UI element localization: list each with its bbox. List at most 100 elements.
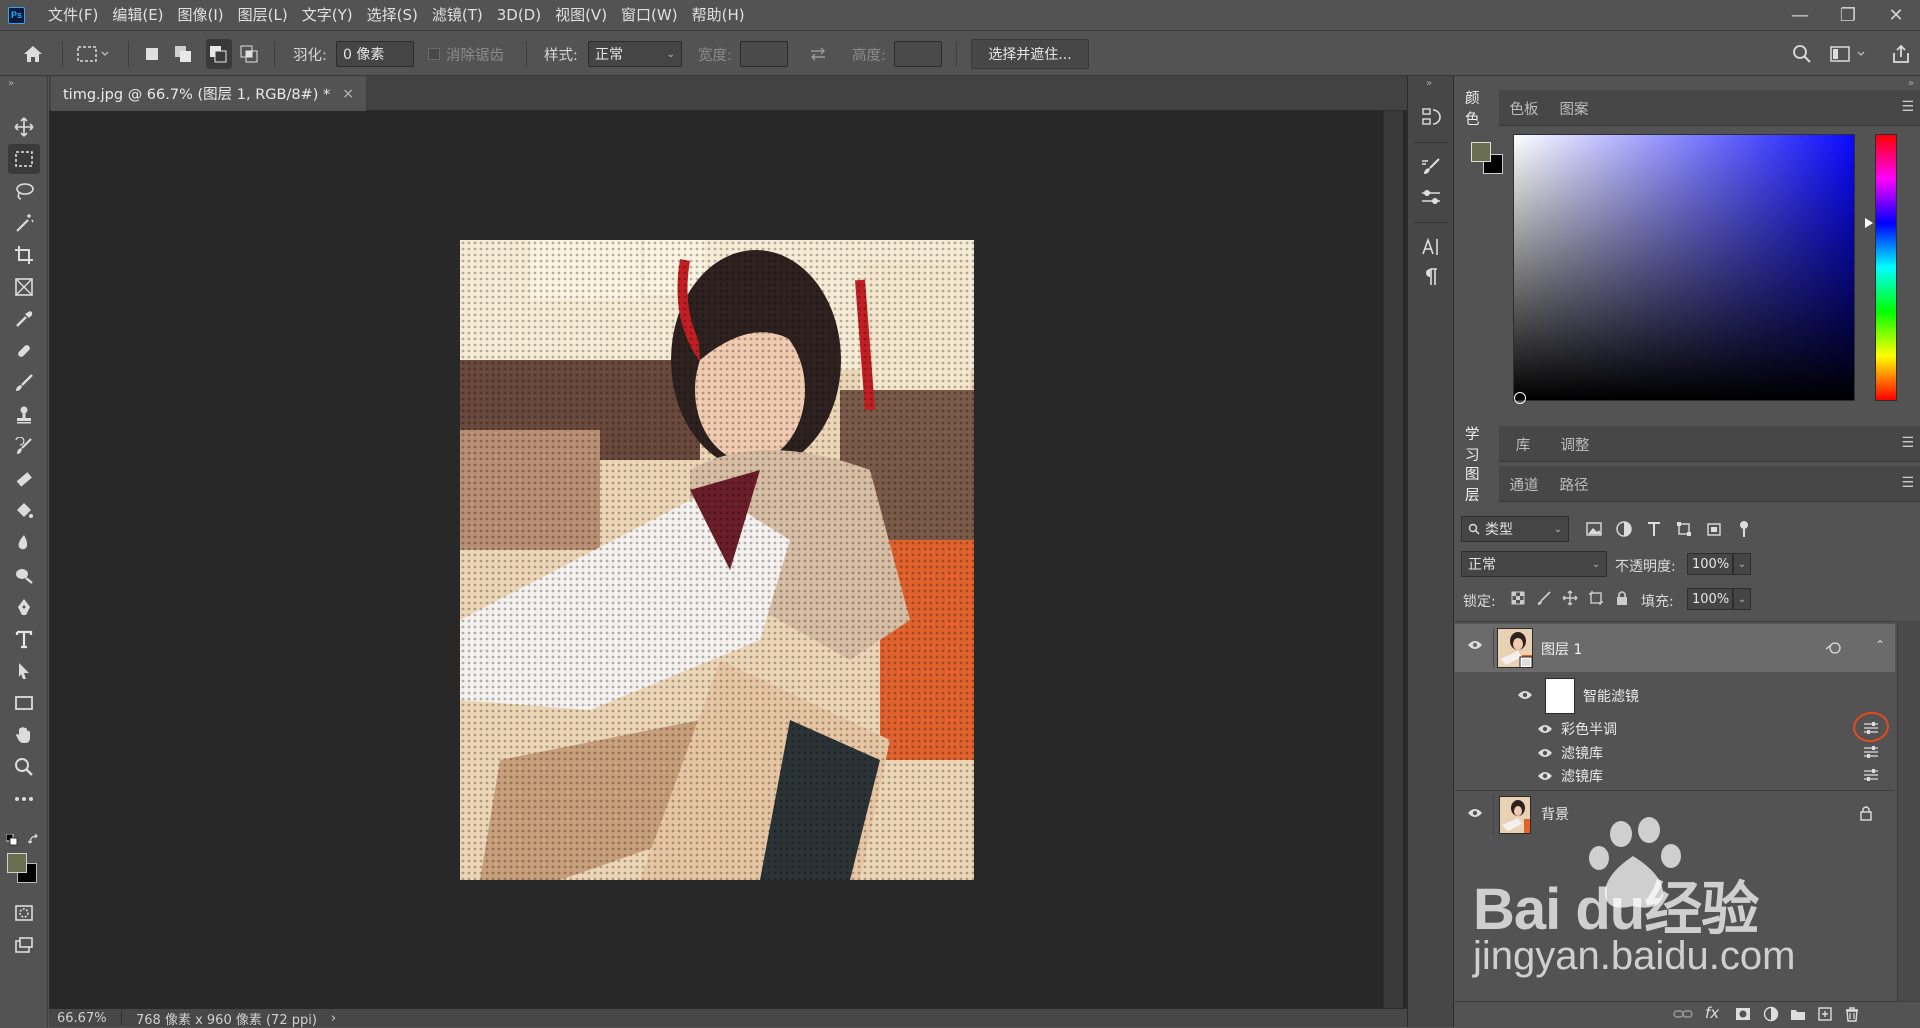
subtract-selection-icon[interactable]: [206, 39, 232, 69]
default-colors-icon[interactable]: [5, 833, 18, 850]
add-selection-icon[interactable]: [174, 31, 194, 77]
tab-channels[interactable]: 通道: [1499, 466, 1549, 502]
intersect-selection-icon[interactable]: [240, 31, 260, 77]
fill-dropdown-icon[interactable]: ⌄: [1733, 588, 1751, 610]
canvas-image[interactable]: [460, 240, 974, 880]
height-input[interactable]: [894, 41, 942, 67]
paint-bucket-tool-icon[interactable]: [8, 496, 40, 526]
filter-row-filter-gallery-2[interactable]: 滤镜库: [1455, 765, 1895, 787]
blend-mode-select[interactable]: 正常 ⌄: [1461, 551, 1607, 577]
vertical-scrollbar[interactable]: [1383, 111, 1403, 1008]
path-selection-tool-icon[interactable]: [8, 656, 40, 686]
tab-layers[interactable]: 图层: [1455, 466, 1499, 504]
lock-transparent-icon[interactable]: [1510, 590, 1526, 606]
close-button[interactable]: ✕: [1872, 0, 1920, 30]
lock-artboard-icon[interactable]: [1588, 590, 1604, 606]
properties-sliders-icon[interactable]: [1416, 182, 1446, 212]
layers-scrollbar[interactable]: [1897, 621, 1920, 1001]
visibility-eye-icon[interactable]: [1467, 807, 1483, 823]
crop-tool-icon[interactable]: [8, 240, 40, 270]
panel-menu-icon[interactable]: ☰: [1901, 99, 1914, 115]
smart-filter-icon[interactable]: [1825, 640, 1843, 660]
hue-slider-handle[interactable]: [1865, 218, 1873, 228]
zoom-level[interactable]: 66.67%: [57, 1011, 113, 1026]
visibility-eye-icon[interactable]: [1537, 770, 1553, 786]
lasso-tool-icon[interactable]: [8, 176, 40, 206]
new-selection-icon[interactable]: [144, 31, 160, 77]
lock-pixels-icon[interactable]: [1536, 590, 1552, 606]
filter-row-color-halftone[interactable]: 彩色半调: [1455, 709, 1895, 745]
fill-input[interactable]: 100%: [1687, 588, 1733, 610]
panel-menu-icon[interactable]: ☰: [1901, 475, 1914, 491]
group-icon[interactable]: [1790, 1007, 1806, 1025]
hue-slider[interactable]: [1875, 134, 1897, 401]
quick-mask-icon[interactable]: [8, 898, 40, 928]
color-picker-cursor[interactable]: [1514, 392, 1526, 404]
zoom-tool-icon[interactable]: [8, 752, 40, 782]
home-icon[interactable]: [22, 31, 44, 77]
clone-stamp-tool-icon[interactable]: [8, 400, 40, 430]
visibility-eye-icon[interactable]: [1467, 639, 1483, 655]
more-tools-icon[interactable]: [8, 784, 40, 814]
tab-libraries[interactable]: 库: [1499, 426, 1547, 462]
eraser-tool-icon[interactable]: [8, 464, 40, 494]
select-and-mask-button[interactable]: 选择并遮住...: [971, 39, 1089, 69]
workspace-icon[interactable]: [1830, 31, 1870, 77]
brush-tool-icon[interactable]: [8, 368, 40, 398]
width-input[interactable]: [740, 41, 788, 67]
panel-menu-icon[interactable]: ☰: [1901, 435, 1914, 451]
tab-swatches[interactable]: 色板: [1499, 90, 1549, 126]
status-menu-arrow[interactable]: ›: [331, 1011, 336, 1026]
lock-position-icon[interactable]: [1562, 590, 1578, 606]
new-layer-icon[interactable]: [1817, 1006, 1833, 1026]
menu-image[interactable]: 图像(I): [171, 0, 231, 30]
screen-mode-icon[interactable]: [8, 930, 40, 960]
blending-options-icon[interactable]: [1863, 768, 1879, 786]
visibility-eye-icon[interactable]: [1537, 747, 1553, 763]
opacity-input[interactable]: 100%: [1687, 553, 1733, 575]
trash-icon[interactable]: [1844, 1006, 1860, 1026]
healing-brush-tool-icon[interactable]: [8, 336, 40, 366]
tab-color[interactable]: 颜色: [1455, 90, 1499, 128]
link-icon[interactable]: [1673, 1007, 1693, 1025]
menu-select[interactable]: 选择(S): [360, 0, 425, 30]
menu-layer[interactable]: 图层(L): [231, 0, 295, 30]
foreground-color-swatch[interactable]: [7, 853, 27, 873]
marquee-preset-icon[interactable]: [76, 31, 110, 77]
menu-type[interactable]: 文字(Y): [295, 0, 360, 30]
antialias-checkbox[interactable]: 消除锯齿: [428, 31, 504, 77]
search-icon[interactable]: [1792, 31, 1812, 77]
lock-icon[interactable]: [1859, 805, 1873, 825]
tab-adjustments[interactable]: 调整: [1547, 426, 1603, 462]
layer-filter-select[interactable]: 类型 ⌄: [1461, 516, 1569, 542]
blending-options-icon[interactable]: [1863, 745, 1879, 763]
dodge-tool-icon[interactable]: [8, 560, 40, 590]
menu-file[interactable]: 文件(F): [41, 0, 105, 30]
rectangular-marquee-tool-icon[interactable]: [8, 144, 40, 174]
restore-button[interactable]: ❐: [1824, 0, 1872, 30]
swap-dimensions-icon[interactable]: [808, 31, 828, 77]
history-panel-icon[interactable]: [1416, 102, 1446, 132]
share-icon[interactable]: [1891, 31, 1911, 77]
rectangle-tool-icon[interactable]: [8, 688, 40, 718]
collapse-panels-icon[interactable]: »: [1426, 78, 1432, 89]
collapse-right-panels-icon[interactable]: »: [1908, 78, 1914, 89]
color-picker-field[interactable]: [1513, 134, 1855, 404]
style-select[interactable]: 正常 ⌄: [588, 41, 682, 67]
filter-row-filter-gallery[interactable]: 滤镜库: [1455, 742, 1895, 764]
paragraph-panel-icon[interactable]: [1416, 262, 1446, 292]
color-panel-swatches[interactable]: [1469, 140, 1507, 178]
adjustment-icon[interactable]: [1763, 1006, 1779, 1026]
frame-tool-icon[interactable]: [8, 272, 40, 302]
mask-icon[interactable]: [1735, 1007, 1751, 1025]
hand-tool-icon[interactable]: [8, 720, 40, 750]
type-tool-icon[interactable]: [8, 624, 40, 654]
menu-3d[interactable]: 3D(D): [490, 0, 548, 30]
tab-learn[interactable]: 学习: [1455, 426, 1499, 464]
magic-wand-tool-icon[interactable]: [8, 208, 40, 238]
eyedropper-tool-icon[interactable]: [8, 304, 40, 334]
menu-view[interactable]: 视图(V): [548, 0, 614, 30]
layer-row-smart-filters[interactable]: 智能滤镜: [1455, 674, 1895, 716]
filter-mask-thumbnail[interactable]: [1545, 678, 1575, 714]
menu-filter[interactable]: 滤镜(T): [425, 0, 490, 30]
